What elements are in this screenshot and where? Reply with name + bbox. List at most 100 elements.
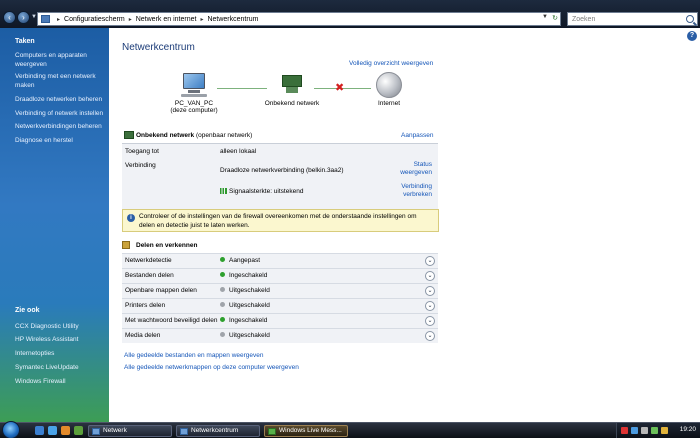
show-shared-files-link[interactable]: Alle gedeelde bestanden en mappen weerge… <box>124 352 264 359</box>
expand-chevron-icon[interactable]: ⌄ <box>425 331 435 341</box>
show-desktop-icon[interactable] <box>35 426 44 435</box>
status-text: Uitgeschakeld <box>229 287 270 294</box>
task-link-manage-connections[interactable]: Netwerkverbindingen beheren <box>15 122 105 131</box>
breadcrumb-arrow-icon[interactable]: ▸ <box>200 16 203 23</box>
taskbar-button-network-center[interactable]: Netwerkcentrum <box>176 425 260 437</box>
internet-name: Internet <box>377 100 401 107</box>
computer-sub: (deze computer) <box>170 107 218 114</box>
sharing-row-status: Uitgeschakeld <box>220 302 270 309</box>
sharing-row-label: Media delen <box>125 332 161 339</box>
expand-chevron-icon[interactable]: ⌄ <box>425 286 435 296</box>
task-link-manage-wireless[interactable]: Draadloze netwerken beheren <box>15 95 105 104</box>
task-link-view-computers[interactable]: Computers en apparaten weergeven <box>15 51 105 69</box>
task-pane: Taken Computers en apparaten weergeven V… <box>0 28 109 422</box>
network-center-icon <box>180 428 188 435</box>
expand-chevron-icon[interactable]: ⌄ <box>425 256 435 266</box>
globe-icon <box>376 72 402 98</box>
network-map-name: Onbekend netwerk <box>264 100 320 107</box>
forward-arrow-icon[interactable]: › <box>17 11 30 24</box>
expand-chevron-icon[interactable]: ⌄ <box>425 271 435 281</box>
status-link[interactable]: Status weergeven <box>396 161 432 177</box>
computer-name: PC_VAN_PC <box>174 100 214 107</box>
signal-strength-icon <box>220 188 227 194</box>
search-placeholder: Zoeken <box>572 15 596 23</box>
expand-chevron-icon[interactable]: ⌄ <box>425 301 435 311</box>
access-label: Toegang tot <box>125 148 159 155</box>
explorer-toolbar: ‹ › ▼ ▸ Configuratiescherm ▸ Netwerk en … <box>0 0 700 28</box>
tray-volume-icon[interactable] <box>641 427 648 434</box>
status-on-icon <box>220 317 225 322</box>
tray-app-icon[interactable] <box>661 427 668 434</box>
notice-text: Controleer of de instellingen van de fir… <box>139 213 417 229</box>
refresh-icon[interactable]: ↻ <box>552 14 558 22</box>
see-also-link-hp-wireless[interactable]: HP Wireless Assistant <box>15 335 105 344</box>
sharing-row-label: Met wachtwoord beveiligd delen <box>125 317 218 324</box>
start-button[interactable] <box>2 421 20 438</box>
breadcrumb-item-network-internet[interactable]: Netwerk en internet <box>136 16 197 23</box>
see-also-link-symantec[interactable]: Symantec LiveUpdate <box>15 363 105 372</box>
map-node-internet[interactable]: Internet <box>349 72 429 107</box>
task-link-connect-network[interactable]: Verbinding met een netwerk maken <box>15 72 105 90</box>
help-icon[interactable]: ? <box>687 31 697 41</box>
sharing-row-printer-sharing[interactable]: Printers delen Uitgeschakeld ⌄ <box>122 298 438 313</box>
search-icon[interactable] <box>686 15 694 23</box>
customize-link[interactable]: Aanpassen <box>401 132 434 139</box>
tray-battery-icon[interactable] <box>651 427 658 434</box>
see-also-link-ccx[interactable]: CCX Diagnostic Utility <box>15 322 105 331</box>
address-dropdown-icon[interactable]: ▼ <box>542 14 548 20</box>
sharing-row-media-sharing[interactable]: Media delen Uitgeschakeld ⌄ <box>122 328 438 343</box>
status-off-icon <box>220 287 225 292</box>
status-off-icon <box>220 302 225 307</box>
status-text: Uitgeschakeld <box>229 332 270 339</box>
breadcrumb-item-control-panel[interactable]: Configuratiescherm <box>64 16 125 23</box>
connection-label: Verbinding <box>125 162 156 169</box>
task-link-diagnose[interactable]: Diagnose en herstel <box>15 136 105 145</box>
breadcrumb-arrow-icon[interactable]: ▸ <box>57 16 60 23</box>
firewall-notice: i Controleer of de instellingen van de f… <box>122 209 439 232</box>
network-name: Onbekend netwerk <box>136 132 195 139</box>
sharing-table: Netwerkdetectie Aangepast ⌄ Bestanden de… <box>122 253 438 343</box>
show-shared-folders-link[interactable]: Alle gedeelde netwerkmappen op deze comp… <box>124 364 299 371</box>
signal-strength: Signaalsterkte: uitstekend <box>220 188 303 195</box>
info-icon: i <box>127 214 135 222</box>
connection-value: Draadloze netwerkverbinding (belkin.3aa2… <box>220 167 344 174</box>
computer-icon <box>179 73 209 97</box>
sharing-row-network-discovery[interactable]: Netwerkdetectie Aangepast ⌄ <box>122 253 438 268</box>
sharing-row-status: Uitgeschakeld <box>220 287 270 294</box>
breadcrumb-item-network-center[interactable]: Netwerkcentrum <box>207 16 258 23</box>
main-content: ? Netwerkcentrum Volledig overzicht weer… <box>109 28 700 422</box>
sharing-row-label: Netwerkdetectie <box>125 257 172 264</box>
full-map-link[interactable]: Volledig overzicht weergeven <box>349 60 433 67</box>
tray-security-icon[interactable] <box>621 427 628 434</box>
expand-chevron-icon[interactable]: ⌄ <box>425 316 435 326</box>
task-link-setup-connection[interactable]: Verbinding of netwerk instellen <box>15 109 105 118</box>
search-input[interactable]: Zoeken <box>567 12 698 26</box>
breadcrumb-arrow-icon[interactable]: ▸ <box>129 16 132 23</box>
access-value: alleen lokaal <box>220 148 257 155</box>
taskbar-button-messenger[interactable]: Windows Live Mess... <box>264 425 348 437</box>
taskbar-button-label: Windows Live Mess... <box>279 427 342 434</box>
messenger-icon <box>268 428 276 435</box>
map-node-network[interactable]: Onbekend netwerk <box>252 73 332 107</box>
taskbar-button-network[interactable]: Netwerk <box>88 425 172 437</box>
network-icon <box>279 73 305 97</box>
back-arrow-icon[interactable]: ‹ <box>3 11 16 24</box>
disconnect-link[interactable]: Verbinding verbreken <box>392 183 432 199</box>
status-text: Uitgeschakeld <box>229 302 270 309</box>
status-text: Ingeschakeld <box>229 317 268 324</box>
sharing-heading: Delen en verkennen <box>136 242 198 249</box>
sharing-row-label: Openbare mappen delen <box>125 287 197 294</box>
browser-icon[interactable] <box>61 426 70 435</box>
map-node-computer[interactable]: PC_VAN_PC (deze computer) <box>154 73 234 114</box>
clock[interactable]: 19:20 <box>680 426 696 433</box>
address-bar[interactable]: ▸ Configuratiescherm ▸ Netwerk en intern… <box>37 12 561 26</box>
see-also-link-firewall[interactable]: Windows Firewall <box>15 377 105 386</box>
quicklaunch-icon[interactable] <box>74 426 83 435</box>
sharing-row-file-sharing[interactable]: Bestanden delen Ingeschakeld ⌄ <box>122 268 438 283</box>
sharing-row-public-folder[interactable]: Openbare mappen delen Uitgeschakeld ⌄ <box>122 283 438 298</box>
switch-windows-icon[interactable] <box>48 426 57 435</box>
tray-network-icon[interactable] <box>631 427 638 434</box>
see-also-link-internet-options[interactable]: Internetopties <box>15 349 105 358</box>
sharing-row-password-protected[interactable]: Met wachtwoord beveiligd delen Ingeschak… <box>122 313 438 328</box>
folder-icon <box>92 428 100 435</box>
